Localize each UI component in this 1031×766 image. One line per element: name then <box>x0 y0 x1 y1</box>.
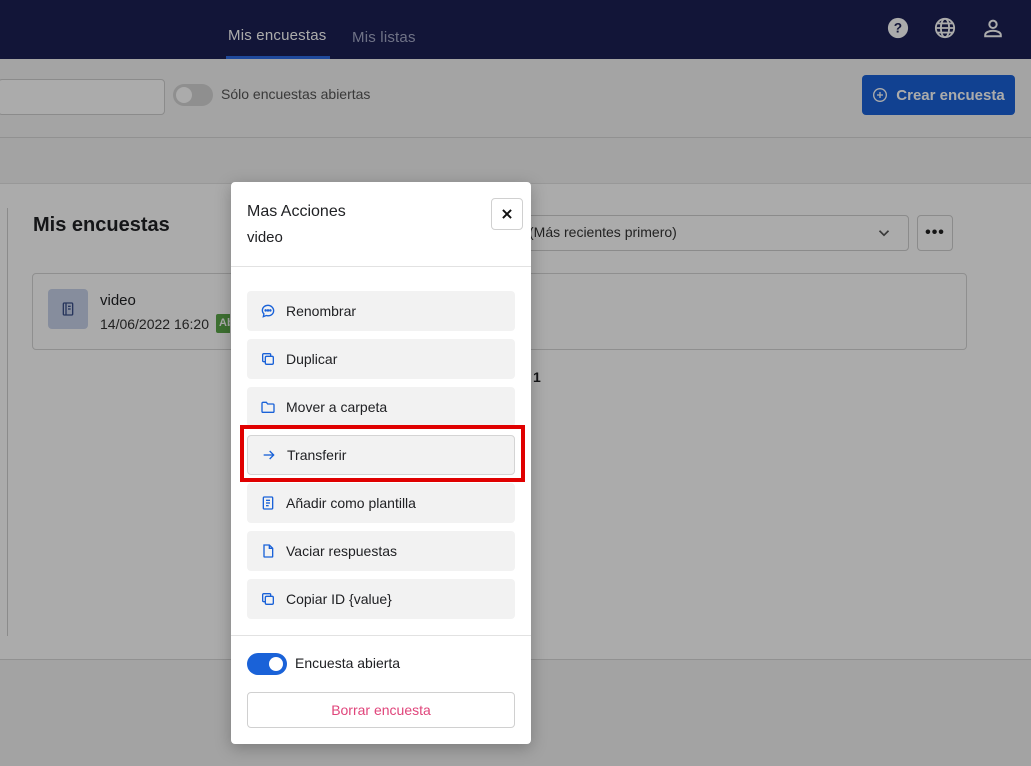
chat-icon <box>260 303 276 319</box>
action-label: Duplicar <box>286 351 338 367</box>
copy-icon <box>260 351 276 367</box>
action-label: Mover a carpeta <box>286 399 388 415</box>
copy-icon <box>260 591 276 607</box>
action-anadir-como-plantilla[interactable]: Añadir como plantilla <box>247 483 515 523</box>
action-copiar-id[interactable]: Copiar ID {value} <box>247 579 515 619</box>
close-icon <box>500 207 514 221</box>
file-icon <box>260 543 276 559</box>
action-vaciar-respuestas[interactable]: Vaciar respuestas <box>247 531 515 571</box>
action-label: Copiar ID {value} <box>286 591 392 607</box>
modal-title: Mas Acciones <box>247 203 346 220</box>
more-actions-modal: Mas Acciones video Renombrar Duplicar Mo… <box>231 182 531 744</box>
folder-icon <box>260 399 276 415</box>
arrow-right-icon <box>261 447 277 463</box>
modal-divider-top <box>231 266 531 267</box>
action-label: Añadir como plantilla <box>286 495 416 511</box>
template-icon <box>260 495 276 511</box>
modal-divider-bottom <box>231 635 531 636</box>
action-duplicar[interactable]: Duplicar <box>247 339 515 379</box>
modal-subtitle: video <box>247 229 283 246</box>
close-button[interactable] <box>491 198 523 230</box>
open-survey-toggle-label: Encuesta abierta <box>295 655 401 671</box>
action-label: Renombrar <box>286 303 357 319</box>
action-label: Vaciar respuestas <box>286 543 398 559</box>
action-mover-a-carpeta[interactable]: Mover a carpeta <box>247 387 515 427</box>
action-renombrar[interactable]: Renombrar <box>247 291 515 331</box>
open-survey-toggle[interactable] <box>247 653 287 675</box>
action-label: Transferir <box>287 447 347 463</box>
action-transferir[interactable]: Transferir <box>247 435 515 475</box>
delete-survey-button[interactable]: Borrar encuesta <box>247 692 515 728</box>
